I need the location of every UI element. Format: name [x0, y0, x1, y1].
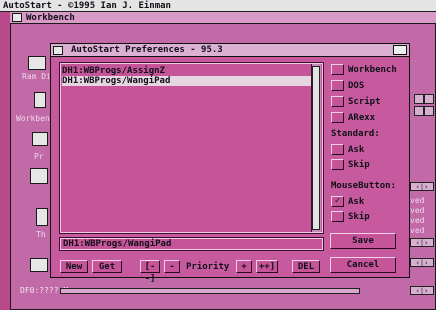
dialog-close-icon[interactable] — [53, 46, 63, 55]
mousebutton-heading: MouseButton: — [331, 181, 397, 191]
program-list[interactable] — [59, 62, 324, 234]
standard-skip-checkbox[interactable] — [331, 159, 344, 170]
priority-decrease-more-button[interactable]: [--] — [140, 260, 160, 284]
standard-skip-label: Skip — [348, 160, 370, 170]
priority-increase-more-button[interactable]: ++] — [256, 260, 278, 273]
check-mark-icon: ✓ — [334, 196, 341, 206]
mousebutton-skip-label: Skip — [348, 212, 370, 222]
background-text: ved — [410, 216, 425, 225]
workbench-checkbox[interactable] — [331, 64, 344, 75]
drawer-icon[interactable] — [32, 132, 48, 146]
workbench-title-bar[interactable]: Workbench — [10, 12, 436, 24]
ram-disk-icon[interactable] — [28, 56, 46, 70]
icon-label: Th — [36, 230, 46, 239]
workbench-option-label: Workbench — [348, 65, 397, 75]
mousebutton-skip-checkbox[interactable] — [331, 211, 344, 222]
background-text: ved — [410, 206, 425, 215]
drawer-icon[interactable] — [30, 168, 48, 184]
arrow-gadget-icon[interactable] — [424, 94, 434, 104]
list-scroll-knob[interactable] — [312, 66, 320, 230]
arexx-option-label: ARexx — [348, 113, 376, 123]
standard-heading: Standard: — [331, 129, 380, 139]
arrow-gadget-icon[interactable] — [414, 106, 424, 116]
list-item-selected[interactable]: DH1:WBProgs/WangiPad — [62, 76, 318, 86]
arrow-gadget-icon[interactable] — [424, 106, 434, 116]
scroll-arrows-icon[interactable]: ‹|› — [410, 182, 434, 191]
list-item[interactable]: DH1:WBProgs/AssignZ — [62, 66, 165, 76]
cancel-button[interactable]: Cancel — [330, 257, 396, 273]
mousebutton-ask-label: Ask — [348, 197, 365, 207]
priority-label: Priority — [186, 262, 230, 272]
arrow-gadget-icon[interactable] — [414, 94, 424, 104]
mousebutton-ask-checkbox[interactable]: ✓ — [331, 196, 344, 207]
save-button[interactable]: Save — [330, 233, 396, 249]
screen-title-bar[interactable]: AutoStart - ©1995 Ian J. Einman — [0, 0, 436, 12]
disk-icon[interactable] — [30, 258, 48, 272]
arexx-checkbox[interactable] — [331, 112, 344, 123]
get-button[interactable]: Get — [92, 260, 122, 273]
standard-ask-label: Ask — [348, 145, 365, 155]
icon-label: Pr — [34, 152, 44, 161]
workbench-close-icon[interactable] — [12, 13, 22, 22]
new-button[interactable]: New — [60, 260, 88, 273]
screen-title: AutoStart - ©1995 Ian J. Einman — [3, 1, 171, 11]
horizontal-scrollbar[interactable] — [60, 288, 360, 294]
standard-ask-checkbox[interactable] — [331, 144, 344, 155]
dos-checkbox[interactable] — [331, 80, 344, 91]
scroll-arrows-icon[interactable]: ‹|› — [410, 286, 434, 295]
delete-button[interactable]: DEL — [292, 260, 320, 273]
background-text: ved — [410, 196, 425, 205]
disk-icon[interactable] — [34, 92, 46, 108]
dialog-title-bar[interactable]: AutoStart Preferences - 95.3 — [51, 44, 409, 57]
scroll-arrows-icon[interactable]: ‹|› — [410, 238, 434, 247]
script-option-label: Script — [348, 97, 381, 107]
workbench-title: Workbench — [26, 13, 75, 23]
priority-increase-button[interactable]: + — [236, 260, 252, 273]
icon-label: Ram Di — [22, 72, 51, 81]
dos-option-label: DOS — [348, 81, 365, 91]
path-field[interactable]: DH1:WBProgs/WangiPad — [59, 237, 324, 251]
background-text: ved — [410, 226, 425, 235]
tool-icon[interactable] — [36, 208, 48, 226]
depth-gadget-icon[interactable] — [393, 45, 407, 55]
script-checkbox[interactable] — [331, 96, 344, 107]
dialog-title: AutoStart Preferences - 95.3 — [71, 45, 223, 55]
scroll-arrows-icon[interactable]: ‹|› — [410, 258, 434, 267]
icon-label: Workben — [16, 114, 50, 123]
priority-decrease-button[interactable]: - — [164, 260, 180, 273]
